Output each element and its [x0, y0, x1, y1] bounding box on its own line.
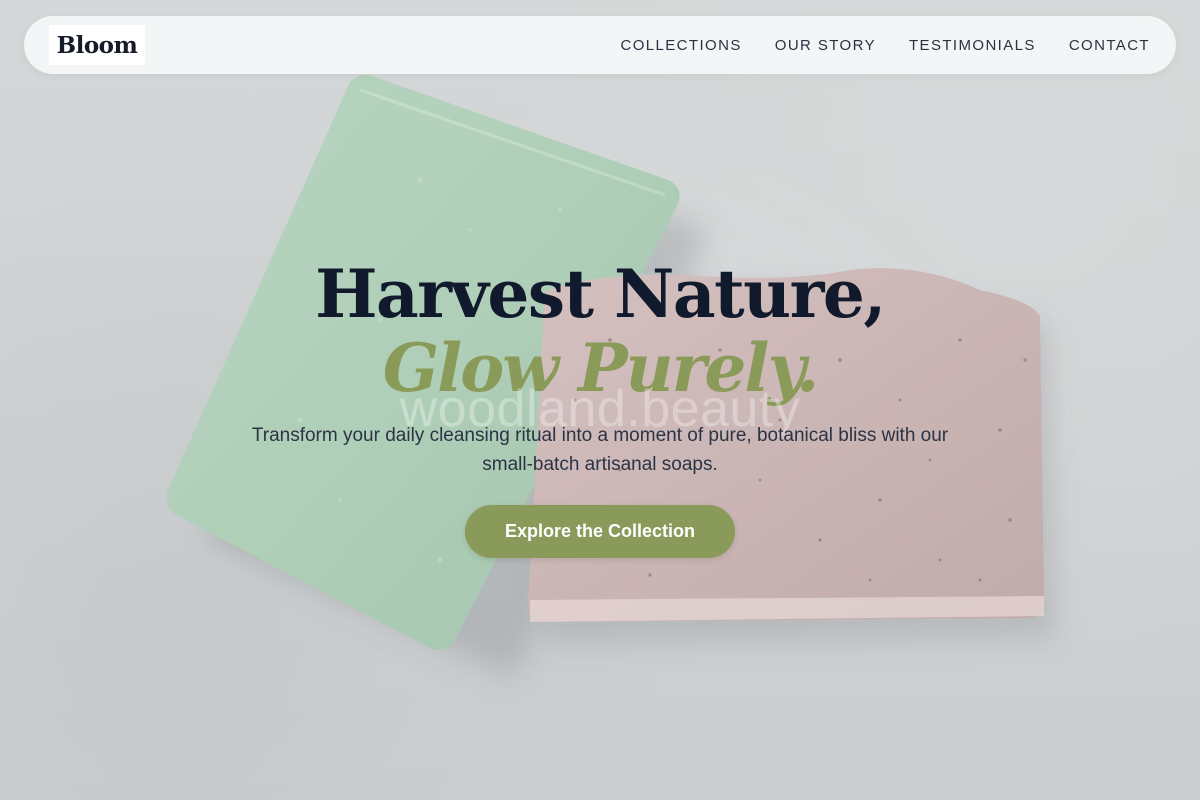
brand-logo[interactable]: Bloom: [49, 25, 145, 65]
hero-headline-accent: Glow Purely.: [382, 329, 819, 407]
hero-headline: Harvest Nature,: [315, 255, 886, 333]
nav-link-testimonials[interactable]: TESTIMONIALS: [909, 37, 1036, 54]
hero-subtitle: Transform your daily cleansing ritual in…: [251, 425, 949, 475]
top-navbar: Bloom COLLECTIONS OUR STORY TESTIMONIALS…: [24, 16, 1176, 74]
explore-collection-button[interactable]: Explore the Collection: [465, 505, 735, 558]
nav-link-contact[interactable]: CONTACT: [1069, 37, 1150, 54]
nav-link-collections[interactable]: COLLECTIONS: [620, 37, 741, 54]
main-nav: COLLECTIONS OUR STORY TESTIMONIALS CONTA…: [620, 16, 1150, 74]
nav-link-our-story[interactable]: OUR STORY: [775, 37, 876, 54]
